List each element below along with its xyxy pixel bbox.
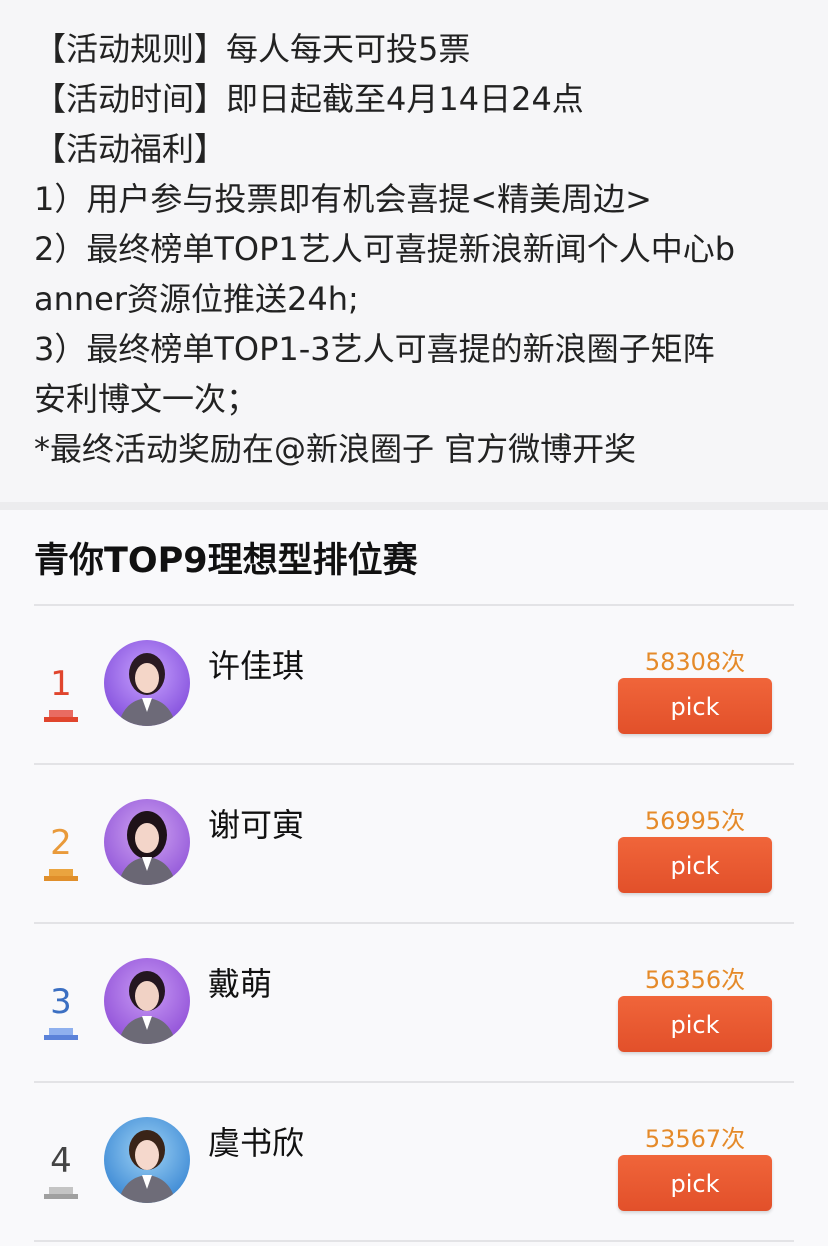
ranking-row: 2 谢可寅 56995次 pick — [34, 763, 794, 923]
artist-name: 许佳琪 — [208, 647, 305, 685]
pick-button[interactable]: pick — [618, 678, 772, 734]
section-title: 青你TOP9理想型排位赛 — [34, 541, 418, 581]
avatar[interactable] — [104, 799, 190, 885]
ranking-row: 3 戴萌 56356次 pick — [34, 922, 794, 1082]
pick-button[interactable]: pick — [618, 1155, 772, 1211]
podium-icon — [44, 1187, 78, 1199]
rules-line: 2）最终榜单TOP1艺人可喜提新浪新闻个人中心b — [34, 230, 736, 268]
rules-line: 【活动时间】即日起截至4月14日24点 — [34, 80, 584, 118]
rules-line: 3）最终榜单TOP1-3艺人可喜提的新浪圈子矩阵 — [34, 330, 715, 368]
rules-line: 安利博文一次； — [34, 380, 259, 418]
vote-count: 53567次 — [644, 1125, 746, 1153]
podium-icon — [44, 710, 78, 722]
rank-number: 1 — [50, 664, 72, 704]
avatar[interactable] — [104, 1117, 190, 1203]
artist-name: 虞书欣 — [208, 1124, 305, 1162]
artist-name: 谢可寅 — [208, 806, 305, 844]
rules-line: 【活动规则】每人每天可投5票 — [34, 30, 471, 68]
vote-count: 58308次 — [644, 648, 746, 676]
pick-button[interactable]: pick — [618, 996, 772, 1052]
rules-line: 1）用户参与投票即有机会喜提<精美周边> — [34, 180, 652, 218]
section-divider — [0, 502, 828, 510]
avatar[interactable] — [104, 958, 190, 1044]
rules-line: anner资源位推送24h; — [34, 280, 359, 318]
ranking-row: 1 许佳琪 58308次 pick — [34, 604, 794, 764]
podium-icon — [44, 869, 78, 881]
vote-count: 56995次 — [644, 807, 746, 835]
pick-button[interactable]: pick — [618, 837, 772, 893]
podium-icon — [44, 1028, 78, 1040]
ranking-section: 青你TOP9理想型排位赛 1 许佳琪 58308次 pick 2 谢可寅 569… — [0, 510, 828, 1246]
rank-number: 4 — [50, 1141, 72, 1181]
artist-name: 戴萌 — [208, 965, 273, 1003]
vote-count: 56356次 — [644, 966, 746, 994]
avatar[interactable] — [104, 640, 190, 726]
rules-line: 【活动福利】 — [34, 130, 227, 168]
rules-line: *最终活动奖励在@新浪圈子 官方微博开奖 — [34, 430, 637, 468]
rank-number: 3 — [50, 982, 72, 1022]
ranking-row: 4 虞书欣 53567次 pick — [34, 1081, 794, 1241]
rank-number: 2 — [50, 823, 72, 863]
activity-rules: 【活动规则】每人每天可投5票 【活动时间】即日起截至4月14日24点 【活动福利… — [0, 0, 828, 502]
row-separator — [34, 1240, 794, 1246]
